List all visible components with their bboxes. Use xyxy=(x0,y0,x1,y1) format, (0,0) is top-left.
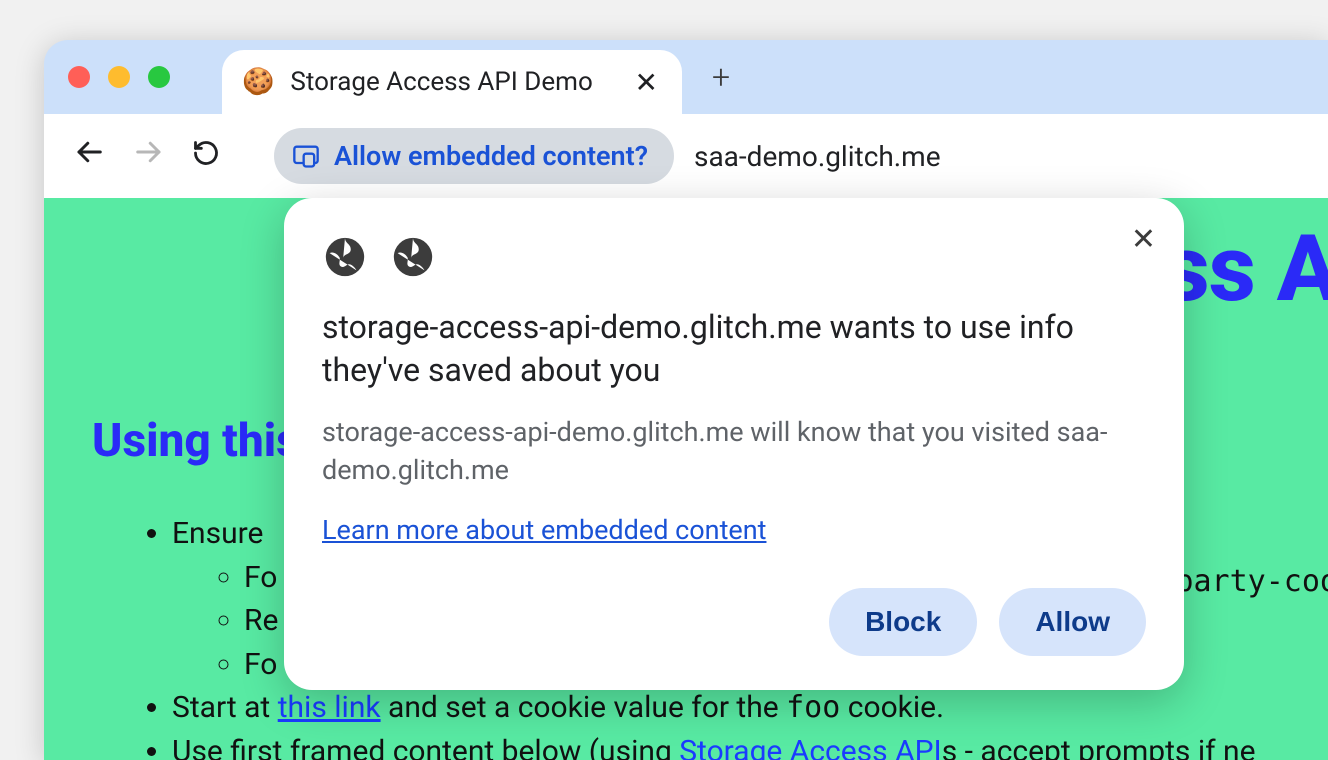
forward-button[interactable] xyxy=(132,137,166,175)
permission-chip-label: Allow embedded content? xyxy=(334,140,648,172)
prompt-icons xyxy=(322,234,1146,284)
window-maximize-button[interactable] xyxy=(148,66,170,88)
omnibox: Allow embedded content? saa-demo.glitch.… xyxy=(274,128,941,184)
learn-more-link[interactable]: Learn more about embedded content xyxy=(322,514,766,546)
window-controls xyxy=(68,66,170,88)
window-close-button[interactable] xyxy=(68,66,90,88)
toolbar: Allow embedded content? saa-demo.glitch.… xyxy=(44,114,1328,198)
window-minimize-button[interactable] xyxy=(108,66,130,88)
reload-icon xyxy=(192,139,220,167)
browser-tab[interactable]: 🍪 Storage Access API Demo ✕ xyxy=(222,50,682,114)
arrow-right-icon xyxy=(134,137,164,167)
close-icon[interactable]: ✕ xyxy=(635,66,658,99)
allow-button[interactable]: Allow xyxy=(999,588,1146,656)
text: Fo xyxy=(244,647,277,682)
tab-favicon: 🍪 xyxy=(242,67,274,97)
permission-chip[interactable]: Allow embedded content? xyxy=(274,128,674,184)
block-button[interactable]: Block xyxy=(829,588,977,656)
text: Fo xyxy=(244,560,277,595)
globe-icon xyxy=(390,234,436,284)
reload-button[interactable] xyxy=(192,139,220,174)
body-link[interactable]: Storage Access API xyxy=(679,734,942,760)
text: and set a cookie value for the xyxy=(381,690,787,725)
close-icon[interactable]: ✕ xyxy=(1131,222,1156,257)
arrow-left-icon xyxy=(74,137,104,167)
list-item: Use first framed content below (using St… xyxy=(172,730,1256,760)
text: Ensure xyxy=(172,516,263,551)
section-heading: Using this xyxy=(92,414,300,468)
text: Re xyxy=(244,603,278,638)
code-text: foo xyxy=(786,690,840,725)
prompt-heading: storage-access-api-demo.glitch.me wants … xyxy=(322,306,1146,392)
text: cookie. xyxy=(840,690,944,725)
text: s - accept prompts if ne xyxy=(942,734,1256,760)
prompt-actions: Block Allow xyxy=(322,588,1146,656)
permission-prompt: ✕ storage-access-api-demo.glitch.me want… xyxy=(284,198,1184,690)
new-tab-button[interactable]: + xyxy=(712,58,730,96)
tab-strip: 🍪 Storage Access API Demo ✕ + xyxy=(44,40,1328,114)
back-button[interactable] xyxy=(72,137,106,175)
list-item: Start at this link and set a cookie valu… xyxy=(172,686,1256,730)
body-link[interactable]: this link xyxy=(278,690,381,725)
url-text[interactable]: saa-demo.glitch.me xyxy=(694,140,941,173)
text: Use first framed content below (using xyxy=(172,734,679,760)
page-title: ss A xyxy=(1162,216,1328,323)
prompt-description: storage-access-api-demo.glitch.me will k… xyxy=(322,414,1146,490)
browser-window: 🍪 Storage Access API Demo ✕ + Allow embe… xyxy=(44,40,1328,760)
text: Start at xyxy=(172,690,278,725)
globe-icon xyxy=(322,234,368,284)
embedded-content-icon xyxy=(292,142,320,170)
tab-title: Storage Access API Demo xyxy=(290,67,618,97)
